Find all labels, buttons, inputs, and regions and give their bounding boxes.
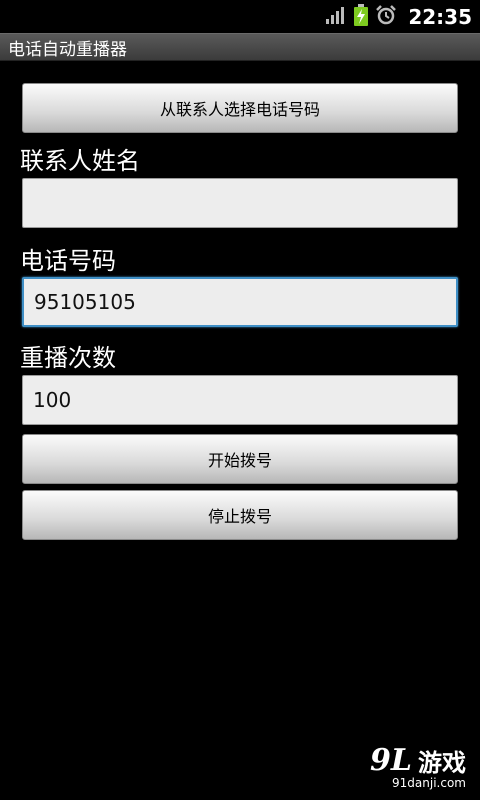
- pick-contact-button[interactable]: 从联系人选择电话号码: [22, 83, 458, 133]
- redial-count-label: 重播次数: [20, 344, 116, 372]
- stop-dial-button[interactable]: 停止拨号: [22, 490, 458, 540]
- start-dial-button[interactable]: 开始拨号: [22, 434, 458, 484]
- watermark-logo: 9L: [370, 743, 412, 778]
- watermark-brand: 游戏: [418, 749, 466, 777]
- site-watermark: 9L 游戏 91danji.com: [370, 743, 466, 790]
- status-bar: 22:35: [0, 0, 480, 33]
- redial-count-input[interactable]: 100: [22, 375, 458, 425]
- alarm-icon: [376, 4, 397, 29]
- battery-charging-icon: [354, 3, 369, 30]
- status-time: 22:35: [408, 4, 472, 29]
- contact-name-input[interactable]: [22, 178, 458, 228]
- signal-icon: [326, 6, 346, 28]
- phone-number-label: 电话号码: [20, 247, 116, 275]
- phone-number-input[interactable]: 95105105: [22, 277, 458, 327]
- app-title: 电话自动重播器: [8, 39, 127, 60]
- app-title-bar: 电话自动重播器: [0, 33, 480, 61]
- contact-name-label: 联系人姓名: [20, 147, 140, 175]
- watermark-domain: 91danji.com: [392, 776, 466, 790]
